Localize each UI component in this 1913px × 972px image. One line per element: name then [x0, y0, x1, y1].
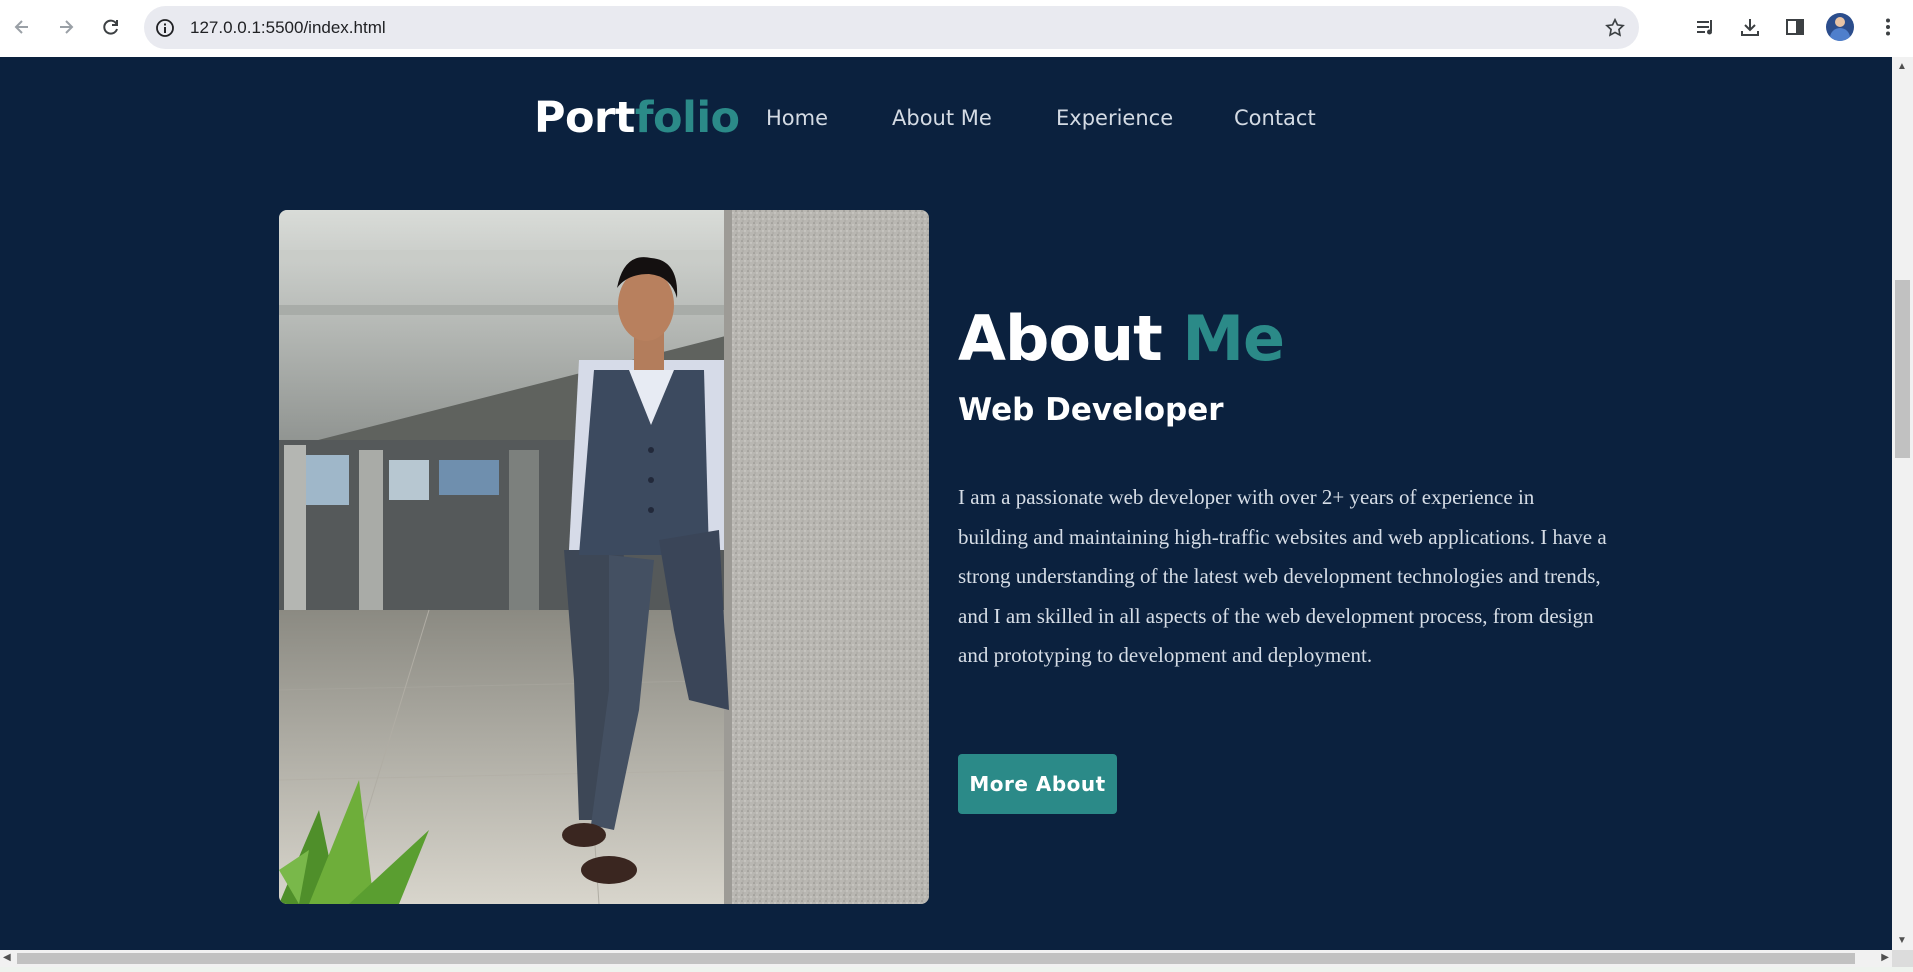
- logo-part-2: folio: [634, 93, 740, 143]
- media-control-icon[interactable]: [1692, 13, 1720, 41]
- info-icon[interactable]: [154, 17, 176, 39]
- forward-icon[interactable]: [51, 12, 81, 42]
- address-bar[interactable]: 127.0.0.1:5500/index.html: [144, 6, 1639, 49]
- role-subtitle: Web Developer: [958, 392, 1224, 428]
- vertical-scroll-thumb[interactable]: [1895, 280, 1910, 458]
- side-panel-icon[interactable]: [1781, 13, 1809, 41]
- nav-link-home[interactable]: Home: [766, 106, 828, 130]
- scrollbar-corner: [1892, 950, 1913, 967]
- page-viewport: Portfolio Home About Me Experience Conta…: [0, 57, 1892, 950]
- more-about-button[interactable]: More About: [958, 754, 1117, 814]
- profile-photo: [279, 210, 929, 904]
- profile-avatar[interactable]: [1826, 13, 1854, 41]
- star-icon[interactable]: [1603, 16, 1627, 40]
- about-heading-part-1: About: [958, 302, 1163, 375]
- about-paragraph: I am a passionate web developer with ove…: [958, 485, 1607, 667]
- scroll-down-icon[interactable]: ▼: [1897, 935, 1907, 946]
- reload-icon[interactable]: [96, 12, 126, 42]
- horizontal-scroll-thumb[interactable]: [17, 953, 1855, 964]
- back-icon[interactable]: [7, 12, 37, 42]
- menu-icon[interactable]: [1874, 13, 1902, 41]
- scroll-left-icon[interactable]: ◀: [3, 952, 11, 963]
- download-icon[interactable]: [1736, 13, 1764, 41]
- logo-part-1: Port: [534, 93, 635, 143]
- horizontal-scrollbar[interactable]: ◀ ▶: [0, 950, 1892, 967]
- scroll-right-icon[interactable]: ▶: [1881, 952, 1889, 963]
- site-logo[interactable]: Portfolio: [534, 93, 740, 143]
- scroll-up-icon[interactable]: ▲: [1897, 61, 1907, 72]
- nav-link-about[interactable]: About Me: [892, 106, 992, 130]
- browser-toolbar: 127.0.0.1:5500/index.html: [0, 0, 1913, 57]
- vertical-scrollbar[interactable]: ▲ ▼: [1892, 57, 1913, 950]
- nav-link-experience[interactable]: Experience: [1056, 106, 1173, 130]
- url-text[interactable]: 127.0.0.1:5500/index.html: [190, 18, 386, 38]
- status-line: [0, 967, 1913, 972]
- about-heading: About Me: [958, 302, 1285, 375]
- nav-link-contact[interactable]: Contact: [1234, 106, 1316, 130]
- about-heading-part-2: Me: [1182, 302, 1285, 375]
